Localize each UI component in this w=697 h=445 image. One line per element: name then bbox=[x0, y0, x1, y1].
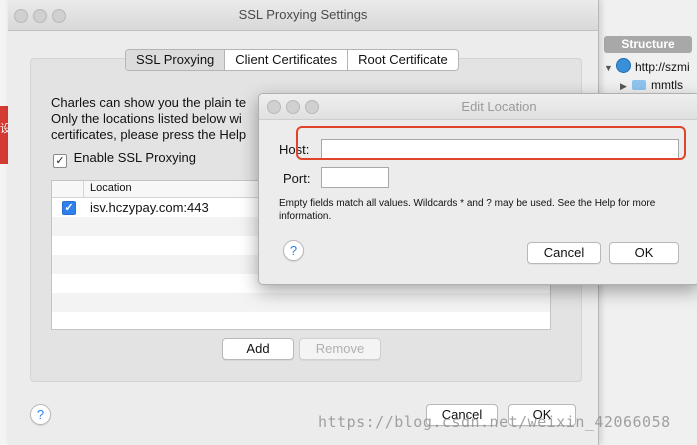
settings-tab-bar: SSL Proxying Client Certificates Root Ce… bbox=[125, 49, 459, 71]
column-divider bbox=[83, 181, 84, 197]
ssl-description: Charles can show you the plain te Only th… bbox=[51, 95, 281, 143]
enable-ssl-proxying-label: Enable SSL Proxying bbox=[73, 150, 196, 165]
dialog-cancel-button[interactable]: Cancel bbox=[527, 242, 601, 264]
add-button[interactable]: Add bbox=[222, 338, 294, 360]
minimize-window-button[interactable] bbox=[286, 100, 300, 114]
enable-ssl-proxying-checkbox[interactable]: ✓ Enable SSL Proxying bbox=[53, 150, 196, 168]
location-column-header[interactable]: Location bbox=[90, 182, 132, 194]
globe-icon bbox=[616, 58, 631, 73]
description-line: Charles can show you the plain te bbox=[51, 95, 247, 110]
disclosure-triangle-icon[interactable]: ▼ bbox=[604, 63, 616, 73]
tree-item-host-label: http://szmi bbox=[635, 60, 690, 74]
background-red-label: 设 bbox=[0, 106, 8, 164]
port-input[interactable] bbox=[321, 167, 389, 188]
structure-tab[interactable]: Structure bbox=[604, 36, 692, 53]
folder-icon bbox=[632, 80, 646, 90]
remove-button[interactable]: Remove bbox=[299, 338, 381, 360]
tree-item-folder-label: mmtls bbox=[651, 78, 683, 92]
empty-row bbox=[52, 293, 550, 312]
tab-ssl-proxying[interactable]: SSL Proxying bbox=[126, 50, 226, 70]
description-line: certificates, please press the Help bbox=[51, 127, 247, 142]
checkmark-icon[interactable]: ✓ bbox=[53, 154, 67, 168]
zoom-window-button[interactable] bbox=[305, 100, 319, 114]
tree-item-host[interactable]: ▼ http://szmi bbox=[604, 58, 697, 76]
tab-root-certificate[interactable]: Root Certificate bbox=[348, 50, 458, 70]
description-line: Only the locations listed below wi bbox=[51, 111, 242, 126]
host-highlight-annotation bbox=[296, 126, 686, 160]
close-window-button[interactable] bbox=[267, 100, 281, 114]
dialog-ok-button[interactable]: OK bbox=[609, 242, 679, 264]
dialog-title: Edit Location bbox=[461, 99, 537, 114]
help-button[interactable]: ? bbox=[30, 404, 51, 425]
watermark: https://blog.csdn.net/weixin_42066058 bbox=[318, 413, 671, 431]
edit-location-dialog: Edit Location Host: Port: Empty fields m… bbox=[258, 93, 697, 285]
dialog-help-button[interactable]: ? bbox=[283, 240, 304, 261]
location-cell: isv.hczypay.com:443 bbox=[90, 200, 209, 215]
disclosure-triangle-icon[interactable]: ▶ bbox=[620, 81, 632, 92]
row-enabled-checkbox[interactable]: ✓ bbox=[62, 201, 76, 215]
window-title: SSL Proxying Settings bbox=[238, 7, 368, 22]
tab-client-certificates[interactable]: Client Certificates bbox=[225, 50, 349, 70]
wildcard-hint: Empty fields match all values. Wildcards… bbox=[279, 198, 656, 222]
port-label: Port: bbox=[283, 171, 311, 186]
